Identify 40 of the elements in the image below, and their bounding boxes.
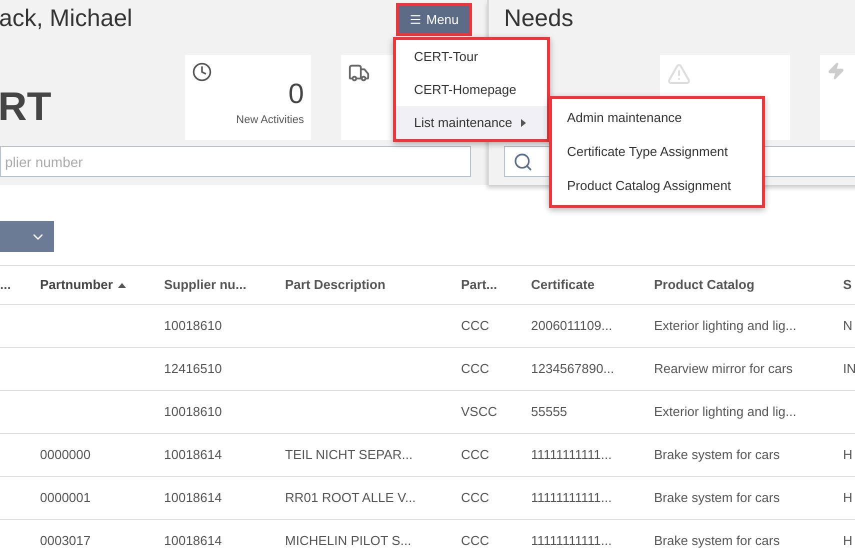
table-cell: 10018610 [164, 318, 222, 333]
table-cell: CCC [461, 533, 490, 548]
table-cell: 0000001 [40, 490, 91, 505]
table-cell: TEIL NICHT SEPAR... [285, 447, 413, 462]
table-cell: 11111111111... [531, 447, 612, 462]
table-cell: CCC [461, 447, 490, 462]
table-cell: Rearview mirror for cars [654, 361, 793, 376]
table-cell: Brake system for cars [654, 447, 780, 462]
table-cell: 10018614 [164, 447, 222, 462]
table-cell: 10018614 [164, 490, 222, 505]
table-cell: 2006011109... [531, 318, 612, 333]
table-cell: Exterior lighting and lig... [654, 318, 796, 333]
table-cell: H [843, 447, 852, 462]
app-logo: RT [0, 84, 52, 131]
table-cell: 12416510 [164, 361, 222, 376]
user-name: ack, Michael [0, 4, 132, 34]
table-cell: VSCC [461, 404, 498, 419]
table-cell: 55555 [531, 404, 568, 419]
table-cell: 0000000 [40, 447, 91, 462]
table-cell: H [843, 490, 852, 505]
table-cell: RR01 ROOT ALLE V... [285, 490, 416, 505]
table-cell: 11111111111... [531, 490, 612, 505]
table-cell: Exterior lighting and lig... [654, 404, 796, 419]
tile-label: New Activities [236, 113, 304, 128]
table-cell: 10018610 [164, 404, 222, 419]
table-cell: H [843, 533, 852, 548]
table-cell: CCC [461, 361, 490, 376]
table-cell: CCC [461, 490, 490, 505]
table-cell: Brake system for cars [654, 490, 780, 505]
table-cell: 11111111111... [531, 533, 612, 548]
table-cell: 1234567890... [531, 361, 614, 376]
table-cell: 0003017 [40, 533, 91, 548]
tile-count: 0 [288, 80, 304, 108]
table-cell: N [843, 318, 852, 333]
table-cell: CCC [461, 318, 490, 333]
section-title: Needs [504, 4, 574, 34]
table-cell: IN [843, 361, 855, 376]
table-cell: Brake system for cars [654, 533, 780, 548]
table-cell: MICHELIN PILOT S... [285, 533, 412, 548]
table-cell: 10018614 [164, 533, 222, 548]
